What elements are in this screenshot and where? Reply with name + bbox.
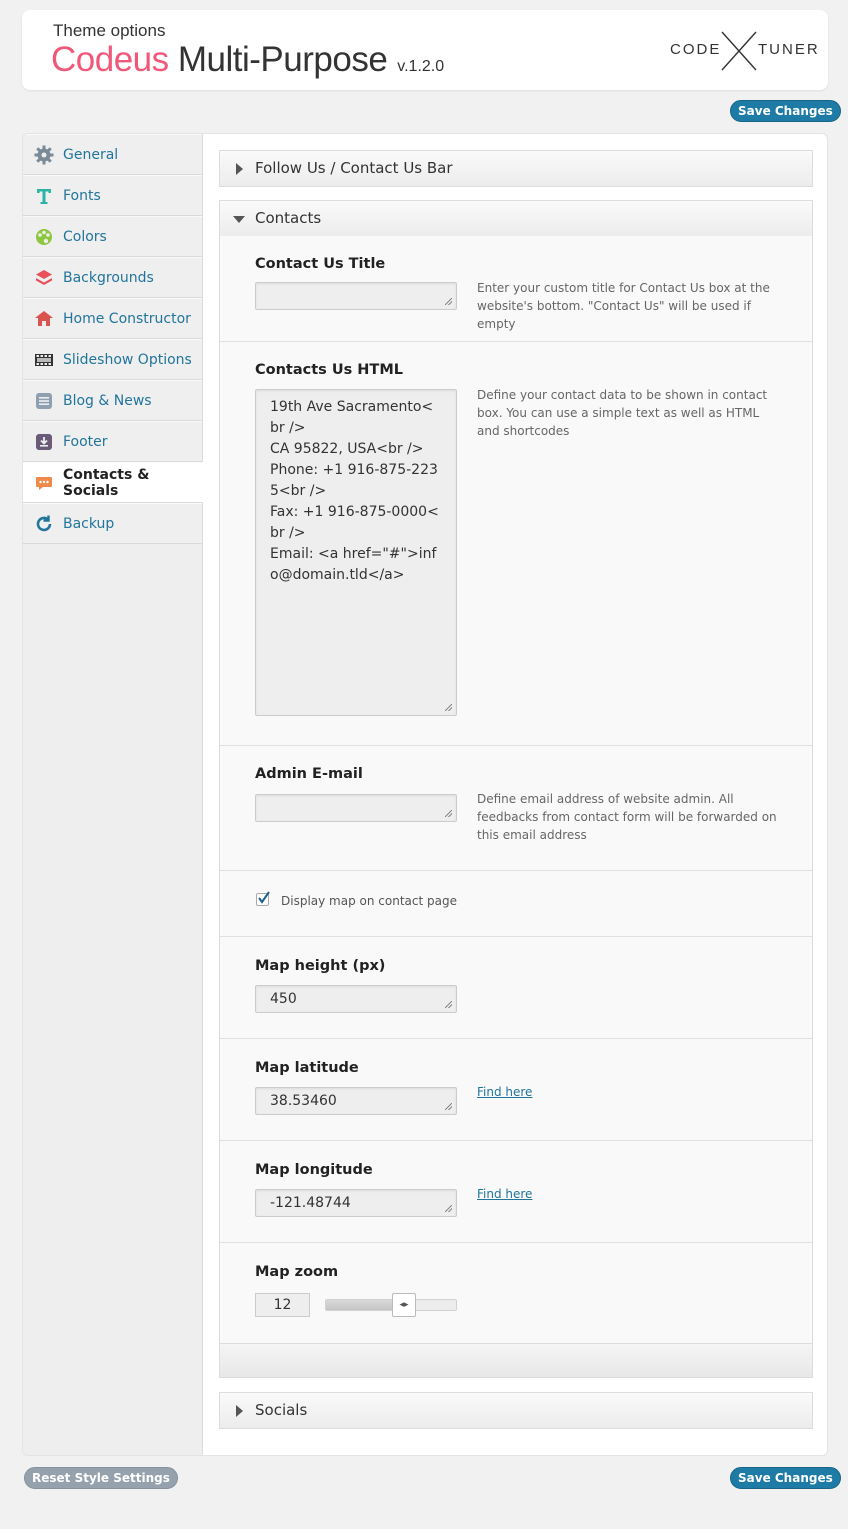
sidebar-item-backup[interactable]: Backup [23, 503, 202, 544]
product-name: Multi-Purpose [168, 40, 388, 79]
map-latitude-input[interactable]: 38.53460 [255, 1087, 457, 1115]
field-description: Enter your custom title for Contact Us b… [477, 281, 770, 331]
field-label: Contacts Us HTML [255, 362, 403, 378]
logo-text-left: CODE [670, 41, 722, 58]
contact-title-row: Contact Us Title Enter your custom title… [220, 236, 812, 342]
resize-grip-icon[interactable] [445, 1103, 452, 1110]
gear-icon [34, 145, 54, 165]
contacts-body: Contact Us Title Enter your custom title… [219, 236, 813, 1345]
resize-grip-icon[interactable] [445, 1001, 452, 1008]
refresh-icon [34, 514, 54, 534]
sidebar-item-label: Contacts & Socials [63, 466, 150, 499]
map-zoom-row: Map zoom 12 ◂▸ [220, 1243, 812, 1343]
chat-icon [34, 473, 54, 493]
triangle-right-icon [236, 1405, 243, 1417]
font-icon [34, 186, 54, 206]
version-label: v.1.2.0 [397, 58, 445, 75]
resize-grip-icon[interactable] [445, 298, 452, 305]
list-icon [34, 391, 54, 411]
resize-grip-icon[interactable] [445, 1205, 452, 1212]
slider-handle[interactable]: ◂▸ [392, 1293, 416, 1317]
sidebar-item-home-constructor[interactable]: Home Constructor [23, 298, 202, 339]
sidebar-item-label: Blog & News [63, 392, 152, 409]
header-subtitle: Theme options [53, 21, 166, 40]
resize-grip-icon[interactable] [445, 810, 452, 817]
find-longitude-link[interactable]: Find here [477, 1187, 532, 1201]
logo-x-icon [721, 31, 757, 71]
sidebar-item-footer[interactable]: Footer [23, 421, 202, 462]
codextuner-logo: CODE TUNER [670, 30, 818, 72]
admin-email-row: Admin E-mail Define email address of web… [220, 746, 812, 871]
triangle-right-icon [236, 163, 243, 175]
film-icon [34, 350, 54, 370]
contact-html-textarea[interactable]: 19th Ave Sacramento<br /> CA 95822, USA<… [255, 389, 457, 716]
brand-name: Codeus [51, 40, 169, 79]
sidebar-item-colors[interactable]: Colors [23, 216, 202, 257]
save-changes-bottom-button[interactable]: Save Changes [730, 1467, 841, 1489]
triangle-down-icon [233, 216, 245, 223]
section-socials[interactable]: Socials [219, 1392, 813, 1429]
sidebar-item-general[interactable]: General [23, 134, 202, 175]
field-label: Map longitude [255, 1162, 373, 1178]
map-longitude-row: Map longitude -121.48744 Find here [220, 1141, 812, 1243]
sidebar: General Fonts Colors Backgrounds Home Constr… [23, 134, 203, 1455]
field-label: Contact Us Title [255, 256, 386, 272]
field-label: Map zoom [255, 1264, 339, 1280]
section-title: Socials [255, 1401, 308, 1419]
checkmark-icon [258, 891, 270, 904]
section-title: Follow Us / Contact Us Bar [255, 159, 453, 177]
sidebar-item-label: General [63, 146, 119, 163]
field-label: Map latitude [255, 1060, 359, 1076]
map-height-row: Map height (px) 450 [220, 937, 812, 1039]
sidebar-item-label: Footer [63, 433, 108, 450]
map-longitude-input[interactable]: -121.48744 [255, 1189, 457, 1217]
sidebar-item-label: Home Constructor [63, 310, 191, 327]
field-label: Map height (px) [255, 958, 386, 974]
resize-grip-icon[interactable] [445, 704, 452, 711]
section-title: Contacts [255, 209, 322, 227]
find-latitude-link[interactable]: Find here [477, 1085, 532, 1099]
field-description: Define your contact data to be shown in … [477, 388, 768, 438]
sidebar-item-label: Backup [63, 515, 115, 532]
header: Theme options Codeus Multi-Purpose v.1.2.… [22, 10, 828, 90]
section-follow-us[interactable]: Follow Us / Contact Us Bar [219, 150, 813, 187]
field-description: Define email address of website admin. A… [477, 792, 777, 842]
field-label: Admin E-mail [255, 766, 363, 782]
sidebar-item-label: Fonts [63, 187, 101, 204]
admin-email-input[interactable] [255, 794, 457, 822]
sidebar-item-blog-news[interactable]: Blog & News [23, 380, 202, 421]
display-map-row: Display map on contact page [220, 871, 812, 937]
header-title: Codeus Multi-Purpose v.1.2.0 [51, 42, 444, 77]
palette-icon [34, 227, 54, 247]
sidebar-item-fonts[interactable]: Fonts [23, 175, 202, 216]
sidebar-item-label: Colors [63, 228, 107, 245]
sidebar-item-slideshow-options[interactable]: Slideshow Options [23, 339, 202, 380]
map-latitude-row: Map latitude 38.53460 Find here [220, 1039, 812, 1141]
sidebar-item-label: Slideshow Options [63, 351, 192, 368]
options-panel: General Fonts Colors Backgrounds Home Constr… [22, 133, 828, 1456]
save-changes-top-button[interactable]: Save Changes [730, 100, 841, 122]
reset-style-button[interactable]: Reset Style Settings [24, 1467, 178, 1489]
map-zoom-slider[interactable]: ◂▸ [325, 1293, 457, 1317]
layers-icon [34, 268, 54, 288]
contacts-section-footer [219, 1343, 813, 1378]
download-icon [34, 432, 54, 452]
map-zoom-value[interactable]: 12 [255, 1293, 310, 1317]
logo-text-right: TUNER [758, 41, 820, 58]
display-map-checkbox[interactable] [256, 891, 270, 906]
sidebar-item-label: Backgrounds [63, 269, 154, 286]
sidebar-item-contacts-socials[interactable]: Contacts & Socials [23, 462, 203, 503]
display-map-label: Display map on contact page [281, 894, 457, 908]
contact-title-input[interactable] [255, 282, 457, 310]
contact-html-row: Contacts Us HTML 19th Ave Sacramento<br … [220, 342, 812, 746]
sidebar-item-backgrounds[interactable]: Backgrounds [23, 257, 202, 298]
section-contacts[interactable]: Contacts [219, 200, 813, 237]
home-icon [34, 309, 54, 329]
map-height-input[interactable]: 450 [255, 985, 457, 1013]
